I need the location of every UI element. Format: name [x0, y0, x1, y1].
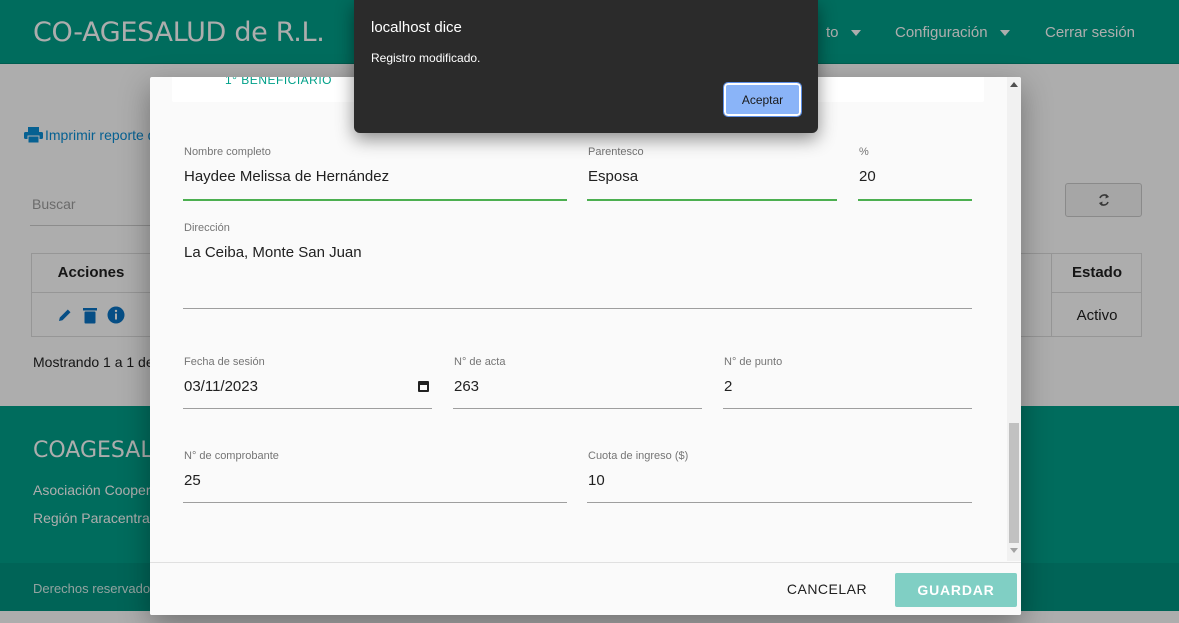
field-label: Cuota de ingreso ($): [588, 450, 689, 462]
field-value: 10: [588, 472, 605, 489]
field-value: 263: [454, 378, 480, 395]
save-button[interactable]: GUARDAR: [895, 573, 1017, 607]
porcentaje-field[interactable]: % 20: [858, 146, 972, 201]
field-value: 03/11/2023: [184, 378, 258, 395]
field-underline: [723, 408, 972, 409]
dialog-scrollbar[interactable]: [1007, 77, 1021, 561]
scrollbar-thumb[interactable]: [1009, 423, 1019, 543]
scroll-up-arrow-icon[interactable]: [1010, 82, 1018, 87]
fecha-sesion-field[interactable]: Fecha de sesión 03/11/2023: [183, 356, 432, 409]
field-label: N° de punto: [724, 356, 783, 368]
accept-button[interactable]: Aceptar: [723, 82, 802, 117]
field-label: Nombre completo: [184, 146, 271, 158]
field-value: Haydee Melissa de Hernández: [184, 168, 390, 185]
parentesco-field[interactable]: Parentesco Esposa: [587, 146, 837, 201]
field-value: Esposa: [588, 168, 639, 185]
field-value: 2: [724, 378, 733, 395]
field-underline: [183, 502, 567, 503]
beneficiary-edit-dialog: 1° BENEFICIARIO 2 Nombre completo Haydee…: [150, 77, 1021, 615]
field-label: N° de comprobante: [184, 450, 279, 462]
cancel-button[interactable]: CANCELAR: [785, 573, 869, 605]
dialog-actions: CANCELAR GUARDAR: [150, 562, 1021, 615]
calendar-icon[interactable]: [418, 381, 429, 392]
browser-alert-dialog: localhost dice Registro modificado. Acep…: [354, 0, 818, 133]
numero-comprobante-field[interactable]: N° de comprobante 25: [183, 450, 567, 503]
field-underline: [183, 408, 432, 409]
tab-beneficiario[interactable]: 1° BENEFICIARIO: [225, 77, 332, 87]
field-label: Dirección: [184, 222, 230, 234]
field-label: %: [859, 146, 869, 158]
field-underline: [183, 199, 567, 201]
field-label: Parentesco: [588, 146, 644, 158]
field-underline: [453, 408, 702, 409]
dialog-content: 1° BENEFICIARIO 2 Nombre completo Haydee…: [150, 77, 1007, 561]
field-underline: [587, 502, 972, 503]
field-underline: [587, 199, 837, 201]
field-label: Fecha de sesión: [184, 356, 265, 368]
field-value: 25: [184, 472, 201, 489]
numero-acta-field[interactable]: N° de acta 263: [453, 356, 702, 409]
alert-message: Registro modificado.: [371, 51, 481, 65]
field-underline: [858, 199, 972, 201]
scroll-down-arrow-icon[interactable]: [1010, 548, 1018, 553]
field-underline: [183, 308, 972, 309]
cuota-ingreso-field[interactable]: Cuota de ingreso ($) 10: [587, 450, 972, 503]
nombre-completo-field[interactable]: Nombre completo Haydee Melissa de Hernán…: [183, 146, 567, 201]
numero-punto-field[interactable]: N° de punto 2: [723, 356, 972, 409]
field-value: La Ceiba, Monte San Juan: [184, 244, 362, 261]
field-label: N° de acta: [454, 356, 506, 368]
alert-title: localhost dice: [371, 19, 462, 36]
field-value: 20: [859, 168, 876, 185]
direccion-field[interactable]: Dirección La Ceiba, Monte San Juan: [183, 222, 972, 309]
